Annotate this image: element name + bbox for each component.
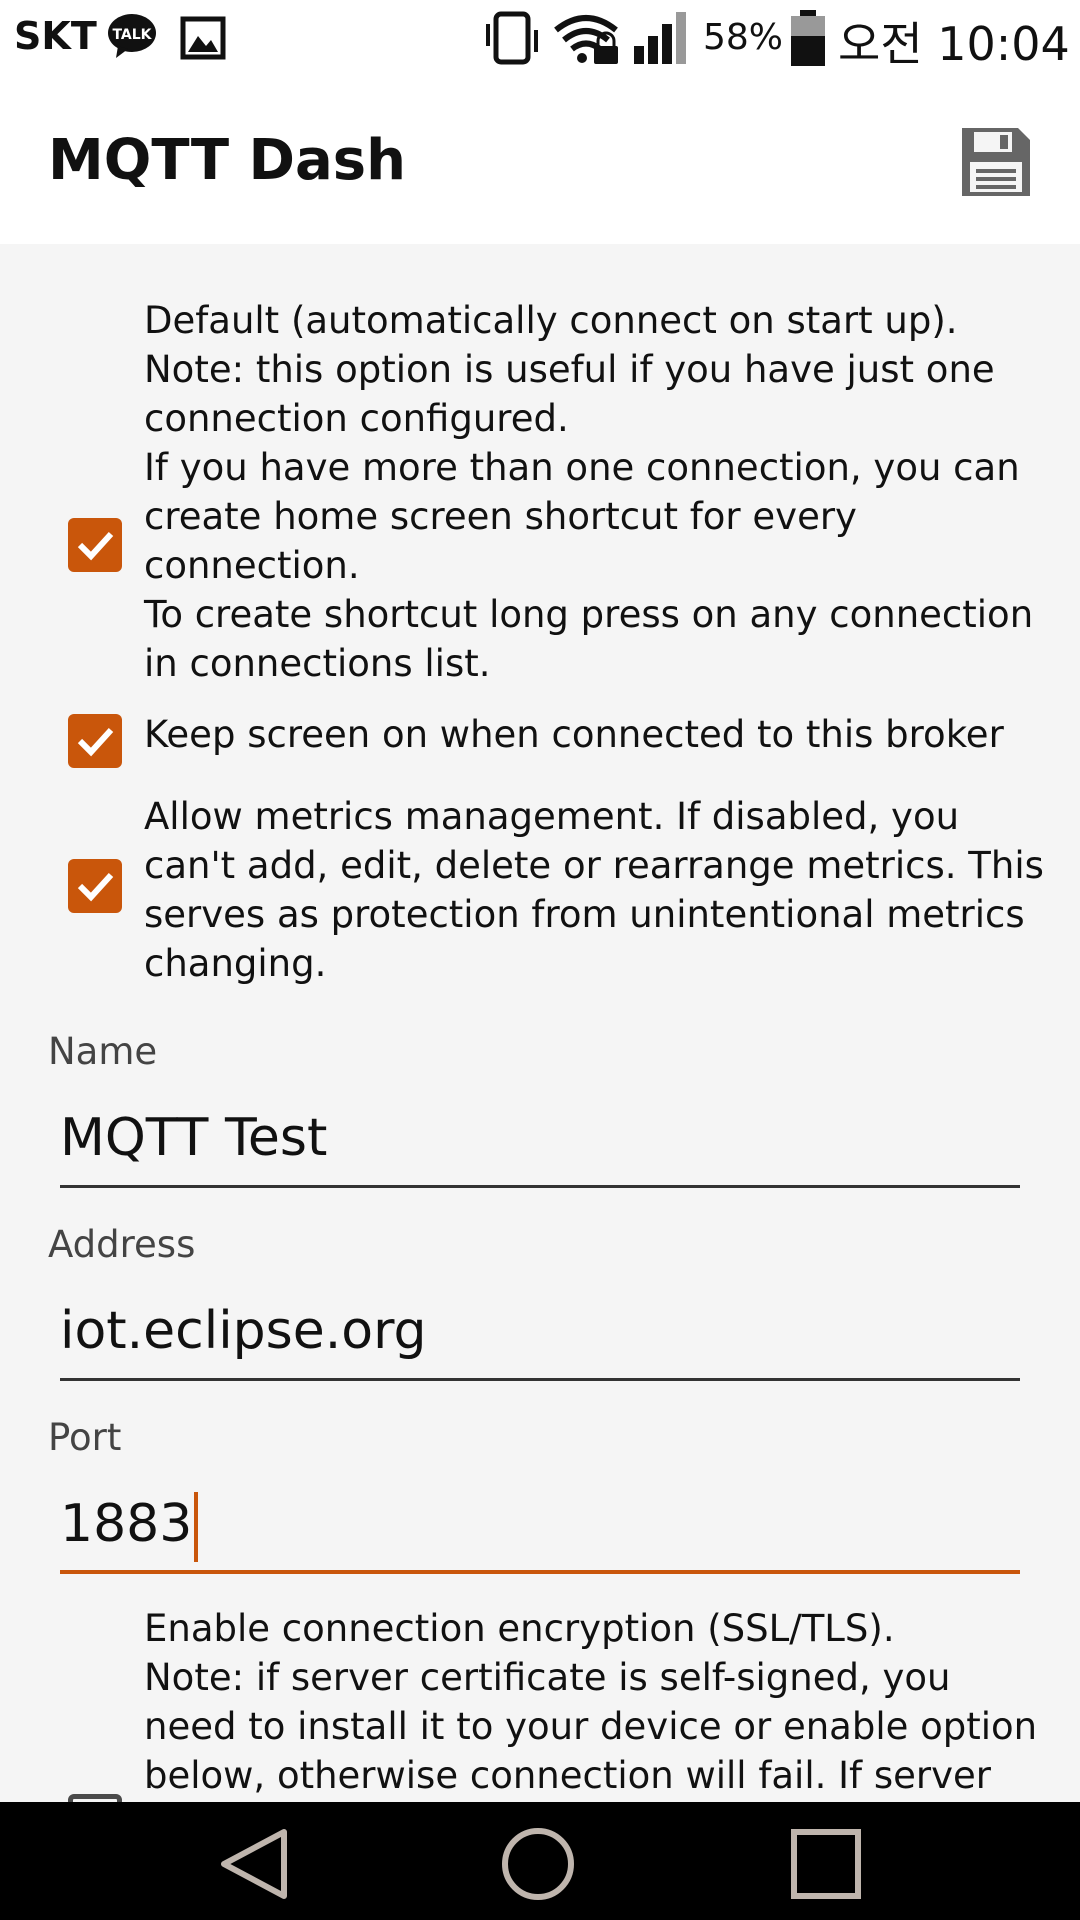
- battery-percent: 58%: [703, 17, 784, 58]
- battery-icon: [788, 8, 828, 72]
- check-icon: [77, 872, 114, 902]
- metrics-management-checkbox[interactable]: [68, 859, 122, 913]
- wifi-lock-icon: [552, 12, 622, 70]
- app-bar: MQTT Dash: [0, 78, 1080, 244]
- option-ssl: Enable connection encryption (SSL/TLS). …: [0, 1604, 1080, 1802]
- status-bar: SKT TALK 58% 오전 10:04: [0, 0, 1080, 78]
- name-value: MQTT Test: [60, 1108, 328, 1168]
- svg-text:TALK: TALK: [112, 27, 152, 43]
- vibrate-icon: [482, 10, 544, 70]
- signal-icon: [632, 10, 692, 70]
- name-field[interactable]: MQTT Test: [60, 1092, 1020, 1188]
- carrier-label: SKT: [14, 14, 97, 58]
- name-label: Name: [48, 1030, 158, 1073]
- address-value: iot.eclipse.org: [60, 1301, 427, 1361]
- metrics-management-label: Allow metrics management. If disabled, y…: [144, 795, 1044, 985]
- recents-icon: [791, 1829, 861, 1899]
- back-icon: [221, 1829, 287, 1899]
- auto-connect-label: Default (automatically connect on start …: [144, 296, 1044, 688]
- ssl-checkbox[interactable]: [68, 1794, 122, 1802]
- settings-form: Default (automatically connect on start …: [0, 244, 1080, 1802]
- port-value: 1883: [60, 1494, 193, 1554]
- app-title: MQTT Dash: [48, 128, 406, 193]
- text-cursor: [194, 1492, 199, 1562]
- recents-button[interactable]: [786, 1824, 866, 1904]
- ssl-label: Enable connection encryption (SSL/TLS). …: [144, 1607, 1038, 1797]
- keep-screen-on-label: Keep screen on when connected to this br…: [144, 713, 1004, 756]
- back-button[interactable]: [214, 1824, 294, 1904]
- screen: SKT TALK 58% 오전 10:04 MQTT Dash Default …: [0, 0, 1080, 1920]
- gallery-icon: [180, 16, 226, 64]
- auto-connect-label-text: Default (automatically connect on start …: [144, 299, 1034, 685]
- floppy-disk-icon: [962, 128, 1030, 196]
- check-icon: [77, 531, 114, 561]
- port-label: Port: [48, 1416, 122, 1459]
- keep-screen-on-checkbox[interactable]: [68, 714, 122, 768]
- save-button[interactable]: [958, 124, 1034, 200]
- option-auto-connect: Default (automatically connect on start …: [0, 296, 1080, 685]
- address-field[interactable]: iot.eclipse.org: [60, 1285, 1020, 1381]
- option-metrics-management: Allow metrics management. If disabled, y…: [0, 792, 1080, 992]
- clock: 오전 10:04: [838, 17, 1070, 71]
- navigation-bar: [0, 1802, 1080, 1920]
- port-field[interactable]: 1883: [60, 1478, 1020, 1574]
- kakaotalk-icon: TALK: [106, 12, 158, 64]
- home-button[interactable]: [498, 1824, 578, 1904]
- check-icon: [77, 727, 114, 757]
- option-keep-screen-on: Keep screen on when connected to this br…: [0, 710, 1080, 770]
- auto-connect-checkbox[interactable]: [68, 518, 122, 572]
- address-label: Address: [48, 1223, 196, 1266]
- home-icon: [502, 1828, 574, 1900]
